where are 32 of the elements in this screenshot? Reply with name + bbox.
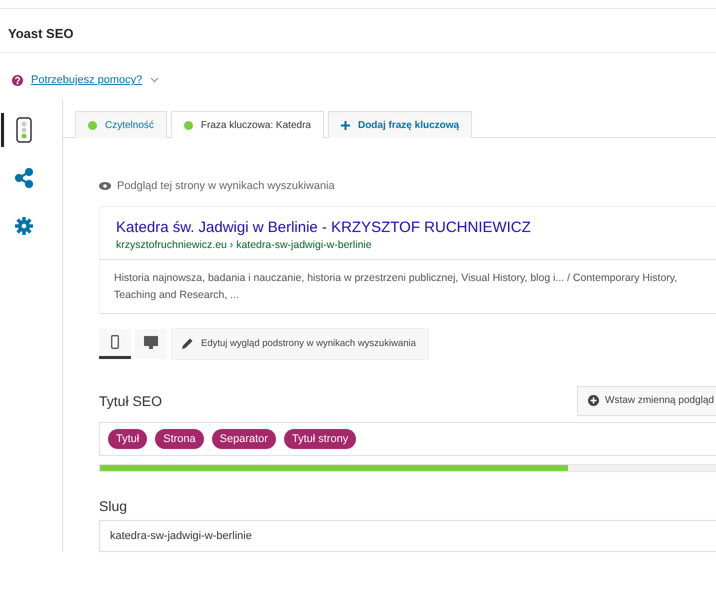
panel-title: Yoast SEO: [7, 25, 75, 43]
plus-icon: [340, 120, 350, 130]
question-icon: [12, 74, 23, 86]
share-icon: [14, 168, 34, 188]
help-link[interactable]: Potrzebujesz pomocy?: [31, 74, 142, 86]
seo-title-label: Tytuł SEO: [99, 392, 162, 409]
traffic-light-icon: [16, 117, 32, 143]
variable-tag: Strona: [155, 428, 204, 449]
variable-tag: Separator: [212, 428, 276, 449]
edit-snippet-button[interactable]: Edytuj wygląd podstrony w wynikach wyszukiwania: [171, 328, 429, 360]
preview-heading: Podgląd tej strony w wynikach wyszukiwania: [117, 180, 335, 192]
tab[interactable]: Czytelność: [75, 111, 167, 138]
pencil-icon: [182, 338, 193, 350]
slug-field[interactable]: katedra-sw-jadwigi-w-berlinie: [99, 520, 716, 552]
snippet-title: Katedra św. Jadwigi w Berlinie - KRZYSZTOF RUCHNIEWICZ: [116, 219, 532, 236]
chevron-icon[interactable]: [150, 77, 160, 83]
snippet-description: Historia najnowsza, badania i nauczanie, historia w przestrzeni publicznej, Visual History, blog i... / Contemporary History, Teaching and Research, ...: [100, 260, 716, 314]
variable-tag: Tytuł strony: [284, 428, 356, 449]
slug-label: Slug: [99, 498, 128, 514]
phone-icon: [111, 335, 119, 350]
tab[interactable]: Dodaj frazę kluczową: [328, 111, 472, 138]
variable-tag: Tytuł: [108, 428, 148, 449]
insert-variable-button[interactable]: Wstaw zmienną podgląd: [577, 386, 716, 416]
device-toggle[interactable]: [135, 328, 167, 359]
tab[interactable]: Fraza kluczowa: Katedra: [170, 111, 324, 138]
plus-circle-icon: [588, 395, 600, 406]
eye-icon: [99, 182, 111, 190]
settings-icon: [14, 216, 34, 236]
monitor-icon: [144, 336, 158, 349]
seo-title-field[interactable]: Tytuł Strona Separator Tytuł strony: [99, 422, 716, 456]
snippet-url: krzysztofruchniewicz.eu › katedra-sw-jadwigi-w-berlinie: [116, 239, 373, 251]
device-toggle[interactable]: [99, 328, 131, 359]
